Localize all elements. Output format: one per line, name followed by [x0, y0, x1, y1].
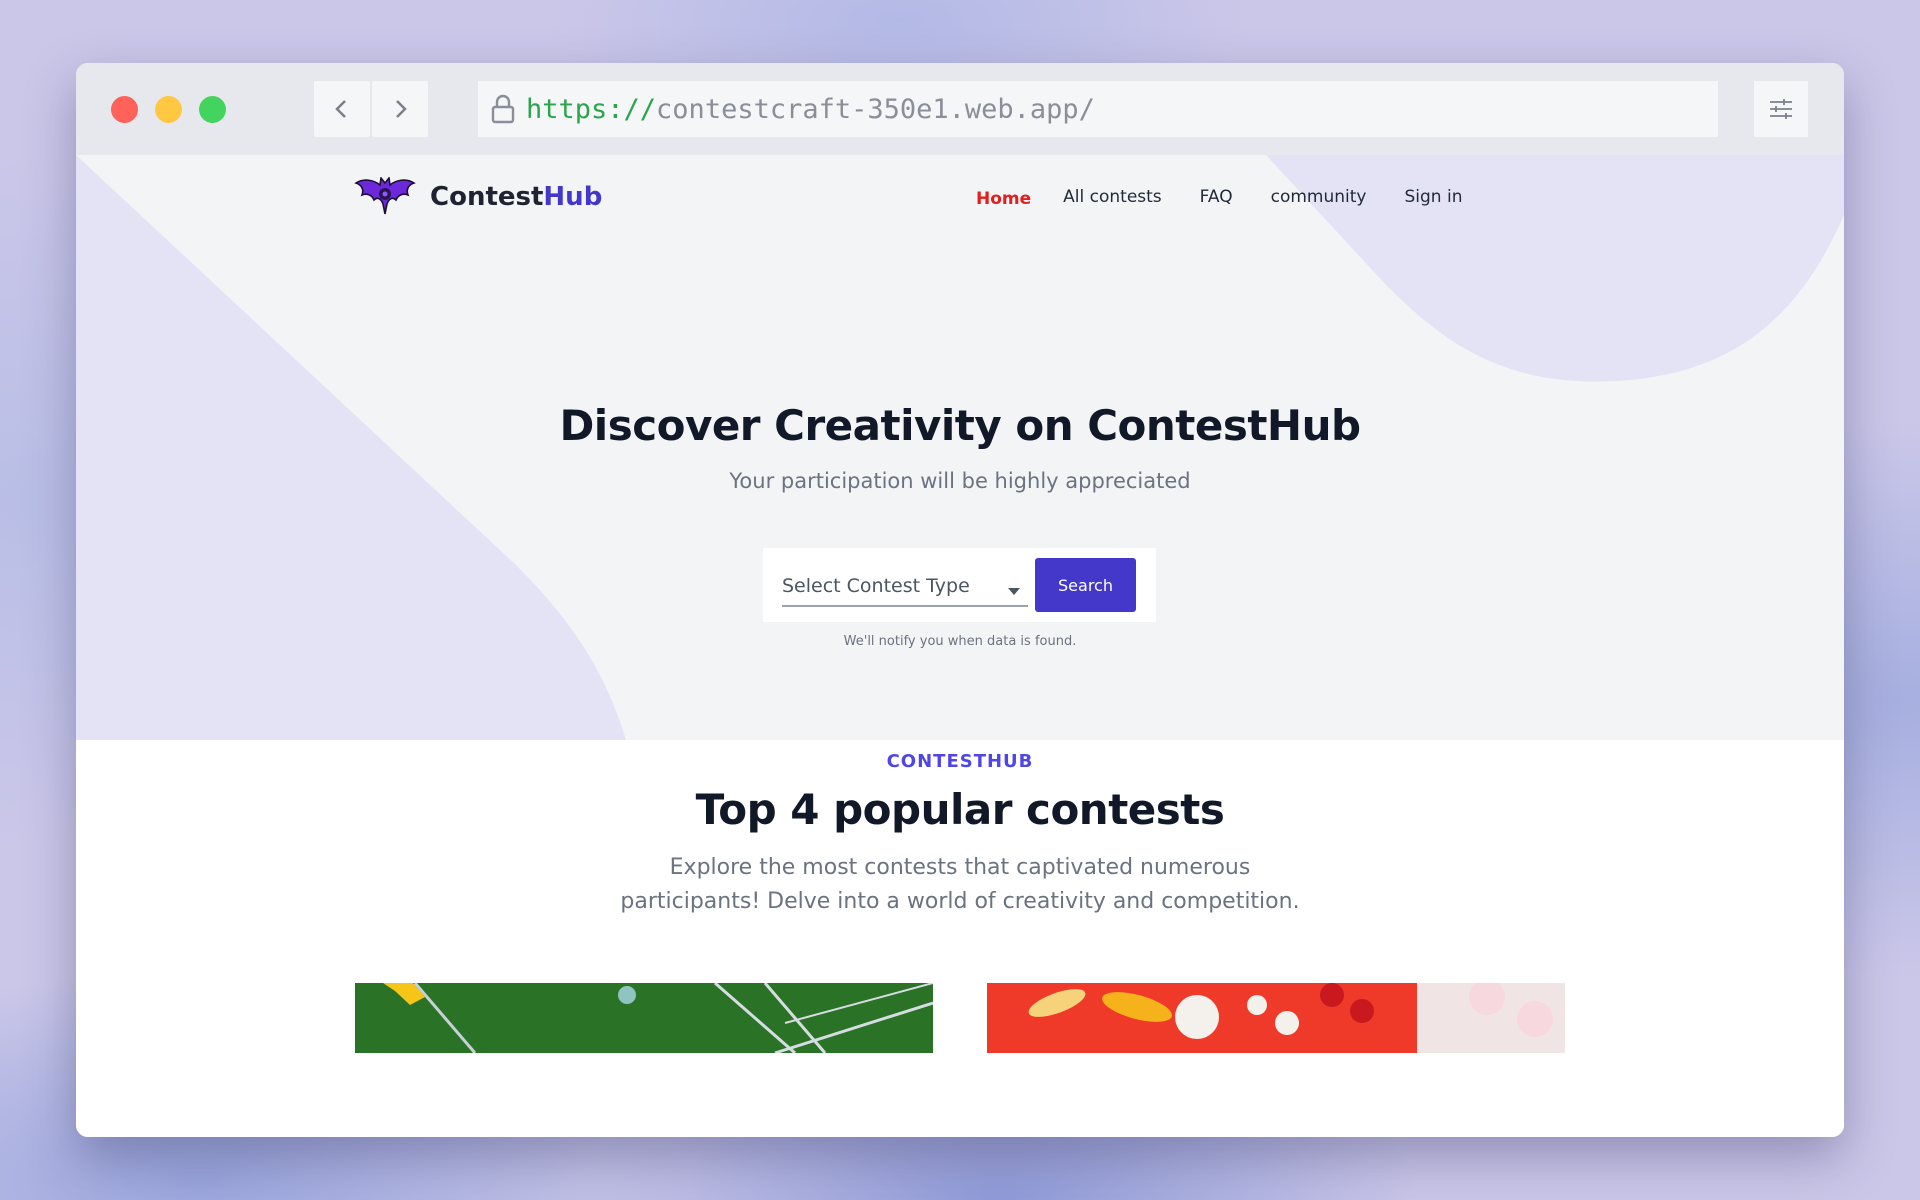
hero-subtitle: Your participation will be highly apprec…: [729, 469, 1191, 493]
nav-all-contests[interactable]: All contests: [1063, 187, 1162, 207]
contest-card-photo: [987, 983, 1565, 1053]
contest-card-image[interactable]: [987, 983, 1565, 1053]
section-tag: CONTESTHUB: [886, 751, 1034, 772]
back-button[interactable]: [314, 81, 370, 137]
minimize-window-button[interactable]: [155, 96, 182, 123]
nav-faq[interactable]: FAQ: [1200, 187, 1233, 207]
lock-icon: [491, 94, 515, 124]
hero-section: ContestHub Home All contests FAQ communi…: [76, 155, 1844, 740]
contest-card-photo: [355, 983, 933, 1053]
search-button[interactable]: Search: [1035, 558, 1136, 612]
section-title: Top 4 popular contests: [695, 785, 1225, 834]
forward-button[interactable]: [372, 81, 428, 137]
nav-sign-in[interactable]: Sign in: [1404, 187, 1462, 207]
maximize-window-button[interactable]: [199, 96, 226, 123]
browser-window: https://contestcraft-350e1.web.app/ Cont…: [76, 63, 1844, 1137]
browser-toolbar: https://contestcraft-350e1.web.app/: [76, 63, 1844, 155]
site-header: ContestHub Home All contests FAQ communi…: [76, 155, 1844, 245]
sliders-icon: [1770, 99, 1792, 119]
bat-logo-icon: [354, 177, 416, 215]
chevron-left-icon: [335, 100, 346, 118]
contest-type-select[interactable]: Select Contest Type: [782, 565, 1028, 607]
hero-title: Discover Creativity on ContestHub: [559, 401, 1361, 450]
chevron-right-icon: [396, 100, 407, 118]
main-nav: Home All contests FAQ community Sign in: [976, 185, 1500, 209]
logo-wordmark-part1: Contest: [430, 182, 544, 212]
contest-card-image[interactable]: [355, 983, 933, 1053]
logo-wordmark: ContestHub: [430, 182, 602, 212]
contest-type-select-value: Select Contest Type: [782, 575, 970, 597]
section-description: Explore the most contests that captivate…: [620, 855, 1300, 914]
web-page: ContestHub Home All contests FAQ communi…: [76, 155, 1844, 1137]
caret-down-icon: [1008, 588, 1020, 595]
nav-home[interactable]: Home: [976, 189, 1031, 209]
logo-wordmark-part2: Hub: [543, 182, 603, 212]
contest-search-form: Select Contest Type Search: [763, 548, 1156, 622]
settings-button[interactable]: [1754, 81, 1808, 137]
url-host: contestcraft-350e1.web.app/: [656, 93, 1095, 125]
nav-community[interactable]: community: [1271, 187, 1367, 207]
notify-hint: We'll notify you when data is found.: [843, 634, 1077, 649]
address-bar[interactable]: https://contestcraft-350e1.web.app/: [478, 81, 1718, 137]
url-scheme: https://: [526, 93, 657, 125]
close-window-button[interactable]: [111, 96, 138, 123]
site-logo[interactable]: ContestHub: [354, 177, 602, 217]
